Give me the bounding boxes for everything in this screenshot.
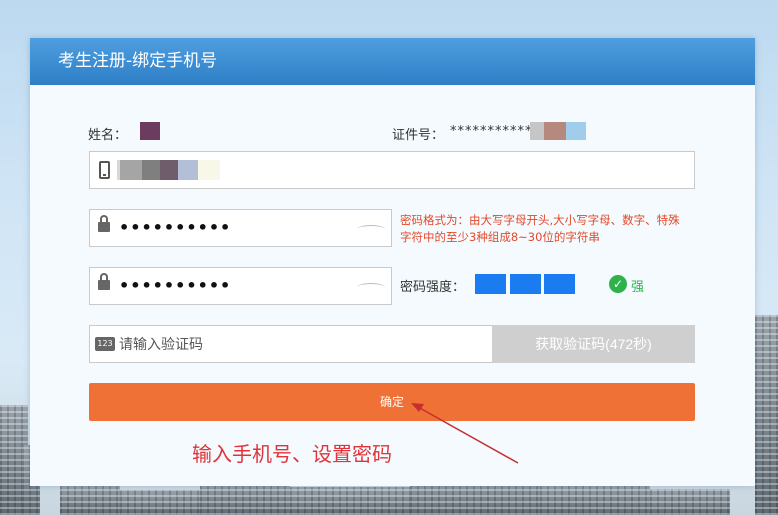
strength-bar [510, 274, 541, 294]
candidate-info-row: 姓名： 证件号： *********** [88, 122, 715, 143]
get-verification-code-button[interactable]: 获取验证码(472秒) [492, 325, 695, 363]
password-strength-label: 密码强度： [400, 280, 466, 295]
id-number-label: 证件号： [392, 128, 445, 143]
mobile-phone-icon [99, 161, 110, 179]
verification-code-field[interactable]: 123 [89, 325, 493, 363]
id-number-redacted [544, 122, 566, 140]
confirm-password-value: •••••••••• [119, 276, 232, 295]
verification-code-input[interactable] [119, 326, 489, 362]
lock-icon [98, 273, 110, 290]
password-value: •••••••••• [119, 218, 232, 237]
password-field[interactable]: •••••••••• [89, 209, 392, 247]
password-format-hint: 密码格式为：由大写字母开头,大小写字母、数字、特殊字符中的至少3种组成8~30位… [400, 213, 680, 244]
phone-number-redacted [120, 160, 142, 180]
phone-number-redacted [142, 160, 160, 180]
id-number-redacted [530, 122, 544, 140]
name-value-redacted [140, 122, 160, 140]
phone-number-redacted [178, 160, 198, 180]
lock-icon [98, 215, 110, 232]
registration-panel: 考生注册-绑定手机号 姓名： 证件号： *********** ••••••••… [30, 38, 755, 486]
phone-number-field[interactable] [89, 151, 695, 189]
confirm-password-field[interactable]: •••••••••• [89, 267, 392, 305]
strength-bar [475, 274, 506, 294]
id-number-redacted [566, 122, 586, 140]
name-label: 姓名： [88, 128, 128, 143]
id-number-value: *********** [450, 124, 533, 139]
eye-closed-icon[interactable] [357, 281, 385, 291]
number-123-icon: 123 [95, 337, 115, 351]
confirm-button[interactable]: 确定 [89, 383, 695, 421]
password-strength-text: 强 [631, 280, 645, 295]
instruction-annotation: 输入手机号、设置密码 [192, 444, 392, 466]
phone-number-redacted [198, 160, 220, 180]
eye-closed-icon[interactable] [357, 223, 385, 233]
check-circle-icon: ✓ [609, 275, 627, 293]
phone-number-redacted [160, 160, 178, 180]
strength-bar [544, 274, 575, 294]
panel-title: 考生注册-绑定手机号 [30, 38, 755, 85]
